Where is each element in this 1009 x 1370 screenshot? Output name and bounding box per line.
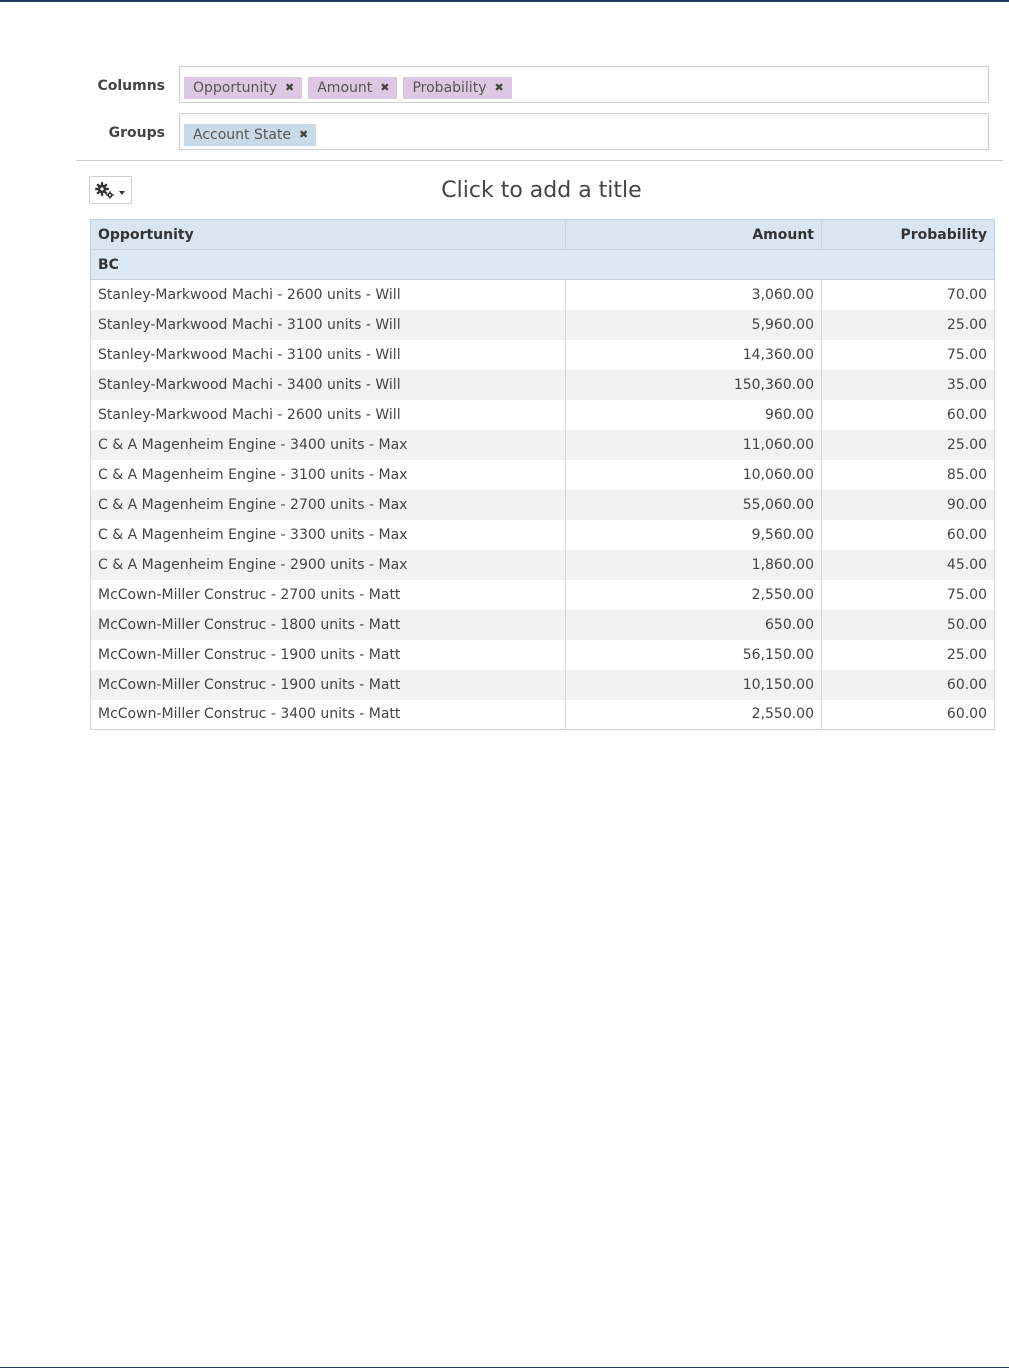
cell-opportunity: Stanley-Markwood Machi - 3400 units - Wi… bbox=[90, 369, 566, 400]
cell-opportunity: McCown-Miller Construc - 1900 units - Ma… bbox=[90, 639, 566, 670]
cell-opportunity: McCown-Miller Construc - 1800 units - Ma… bbox=[90, 609, 566, 640]
table-row: C & A Magenheim Engine - 3300 units - Ma… bbox=[90, 519, 995, 550]
cell-opportunity: C & A Magenheim Engine - 2700 units - Ma… bbox=[90, 489, 566, 520]
bottom-border bbox=[0, 1367, 1009, 1368]
cell-probability: 75.00 bbox=[821, 579, 995, 610]
cell-probability: 25.00 bbox=[821, 639, 995, 670]
groups-drop-zone[interactable]: Account State ✖ bbox=[179, 113, 989, 150]
column-chip-opportunity[interactable]: Opportunity ✖ bbox=[184, 77, 303, 99]
group-chip-account-state[interactable]: Account State ✖ bbox=[184, 124, 317, 146]
cell-opportunity: Stanley-Markwood Machi - 2600 units - Wi… bbox=[90, 279, 566, 310]
table-row: C & A Magenheim Engine - 2900 units - Ma… bbox=[90, 549, 995, 580]
groups-label: Groups bbox=[108, 125, 165, 141]
table-row: Stanley-Markwood Machi - 3400 units - Wi… bbox=[90, 369, 995, 400]
cell-opportunity: C & A Magenheim Engine - 3400 units - Ma… bbox=[90, 429, 566, 460]
cell-amount: 2,550.00 bbox=[565, 699, 822, 730]
column-chip-probability[interactable]: Probability ✖ bbox=[403, 77, 512, 99]
chip-label: Opportunity bbox=[193, 80, 278, 96]
cell-probability: 25.00 bbox=[821, 429, 995, 460]
cell-amount: 56,150.00 bbox=[565, 639, 822, 670]
table-row: C & A Magenheim Engine - 3100 units - Ma… bbox=[90, 459, 995, 490]
cell-opportunity: C & A Magenheim Engine - 3300 units - Ma… bbox=[90, 519, 566, 550]
report-table: Opportunity Amount Probability BC Stanle… bbox=[90, 219, 995, 730]
table-row: McCown-Miller Construc - 1900 units - Ma… bbox=[90, 639, 995, 670]
group-label: BC bbox=[90, 249, 995, 280]
close-icon[interactable]: ✖ bbox=[285, 77, 294, 99]
cell-amount: 1,860.00 bbox=[565, 549, 822, 580]
cell-probability: 60.00 bbox=[821, 399, 995, 430]
cell-amount: 14,360.00 bbox=[565, 339, 822, 370]
cell-amount: 9,560.00 bbox=[565, 519, 822, 550]
cell-opportunity: Stanley-Markwood Machi - 3100 units - Wi… bbox=[90, 339, 566, 370]
report-title[interactable]: Click to add a title bbox=[90, 178, 993, 203]
cell-probability: 75.00 bbox=[821, 339, 995, 370]
table-row: C & A Magenheim Engine - 2700 units - Ma… bbox=[90, 489, 995, 520]
chip-label: Probability bbox=[412, 80, 487, 96]
cell-amount: 11,060.00 bbox=[565, 429, 822, 460]
cell-probability: 85.00 bbox=[821, 459, 995, 490]
table-row: McCown-Miller Construc - 1900 units - Ma… bbox=[90, 669, 995, 700]
header-probability[interactable]: Probability bbox=[821, 219, 995, 250]
cell-opportunity: Stanley-Markwood Machi - 2600 units - Wi… bbox=[90, 399, 566, 430]
cell-opportunity: McCown-Miller Construc - 1900 units - Ma… bbox=[90, 669, 566, 700]
cell-amount: 150,360.00 bbox=[565, 369, 822, 400]
cell-amount: 650.00 bbox=[565, 609, 822, 640]
columns-row: Columns Opportunity ✖ Amount ✖ Probabili… bbox=[0, 66, 1009, 106]
group-header-row: BC bbox=[90, 249, 995, 280]
table-row: Stanley-Markwood Machi - 3100 units - Wi… bbox=[90, 339, 995, 370]
cell-amount: 5,960.00 bbox=[565, 309, 822, 340]
table-row: Stanley-Markwood Machi - 2600 units - Wi… bbox=[90, 399, 995, 430]
close-icon[interactable]: ✖ bbox=[299, 124, 308, 146]
header-opportunity[interactable]: Opportunity bbox=[90, 219, 566, 250]
cell-opportunity: C & A Magenheim Engine - 3100 units - Ma… bbox=[90, 459, 566, 490]
cell-probability: 25.00 bbox=[821, 309, 995, 340]
cell-opportunity: McCown-Miller Construc - 2700 units - Ma… bbox=[90, 579, 566, 610]
table-row: McCown-Miller Construc - 1800 units - Ma… bbox=[90, 609, 995, 640]
cell-amount: 3,060.00 bbox=[565, 279, 822, 310]
header-amount[interactable]: Amount bbox=[565, 219, 822, 250]
groups-row: Groups Account State ✖ bbox=[0, 113, 1009, 153]
column-chip-amount[interactable]: Amount ✖ bbox=[308, 77, 398, 99]
cell-amount: 2,550.00 bbox=[565, 579, 822, 610]
table-row: Stanley-Markwood Machi - 3100 units - Wi… bbox=[90, 309, 995, 340]
cell-probability: 35.00 bbox=[821, 369, 995, 400]
table-row: C & A Magenheim Engine - 3400 units - Ma… bbox=[90, 429, 995, 460]
section-divider bbox=[76, 160, 1003, 161]
cell-amount: 10,150.00 bbox=[565, 669, 822, 700]
cell-probability: 60.00 bbox=[821, 699, 995, 730]
columns-drop-zone[interactable]: Opportunity ✖ Amount ✖ Probability ✖ bbox=[179, 66, 989, 103]
close-icon[interactable]: ✖ bbox=[380, 77, 389, 99]
cell-probability: 45.00 bbox=[821, 549, 995, 580]
table-header-row: Opportunity Amount Probability bbox=[90, 219, 995, 250]
cell-amount: 10,060.00 bbox=[565, 459, 822, 490]
top-border bbox=[0, 0, 1009, 2]
cell-probability: 70.00 bbox=[821, 279, 995, 310]
cell-amount: 55,060.00 bbox=[565, 489, 822, 520]
chip-label: Amount bbox=[317, 80, 373, 96]
cell-opportunity: C & A Magenheim Engine - 2900 units - Ma… bbox=[90, 549, 566, 580]
cell-opportunity: Stanley-Markwood Machi - 3100 units - Wi… bbox=[90, 309, 566, 340]
cell-amount: 960.00 bbox=[565, 399, 822, 430]
table-row: McCown-Miller Construc - 2700 units - Ma… bbox=[90, 579, 995, 610]
cell-probability: 60.00 bbox=[821, 519, 995, 550]
cell-probability: 60.00 bbox=[821, 669, 995, 700]
chip-label: Account State bbox=[193, 127, 292, 143]
table-row: McCown-Miller Construc - 3400 units - Ma… bbox=[90, 699, 995, 730]
columns-label: Columns bbox=[97, 78, 165, 94]
cell-opportunity: McCown-Miller Construc - 3400 units - Ma… bbox=[90, 699, 566, 730]
close-icon[interactable]: ✖ bbox=[494, 77, 503, 99]
cell-probability: 90.00 bbox=[821, 489, 995, 520]
cell-probability: 50.00 bbox=[821, 609, 995, 640]
table-row: Stanley-Markwood Machi - 2600 units - Wi… bbox=[90, 279, 995, 310]
